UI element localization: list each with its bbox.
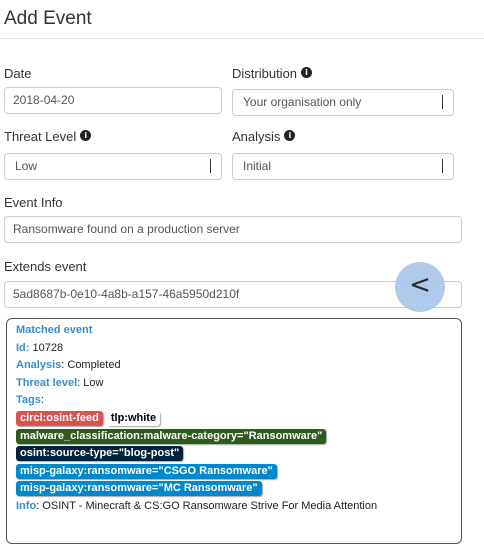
add-event-page: Add Event Date 2018-04-20 Distribution i … — [0, 0, 484, 550]
id-value: 10728 — [32, 341, 64, 354]
tag-badge[interactable]: misp-galaxy:ransomware="CSGO Ransomware" — [16, 463, 277, 479]
tag-badge[interactable]: tlp:white — [106, 410, 161, 426]
extends-event-input[interactable]: 5ad8687b-0e10-4a8b-a157-46a5950d210f — [4, 281, 462, 308]
back-button[interactable]: < — [395, 262, 445, 312]
matched-event-panel: Matched event Id: 10728 Analysis: Comple… — [6, 318, 462, 544]
matched-event-heading: Matched event — [16, 322, 452, 340]
tag-row: misp-galaxy:ransomware="CSGO Ransomware" — [16, 463, 452, 481]
id-label: Id — [16, 341, 26, 354]
tag-badge[interactable]: circl:osint-feed — [16, 410, 103, 426]
tag-badge[interactable]: misp-galaxy:ransomware="MC Ransomware" — [16, 481, 262, 497]
extends-event-label: Extends event — [4, 259, 87, 274]
matched-event-tags-label: Tags: — [16, 394, 44, 407]
event-info-input[interactable]: Ransomware found on a production server — [4, 216, 462, 243]
info-value: OSINT - Minecraft & CS:GO Ransomware Str… — [42, 499, 378, 512]
page-title: Add Event — [4, 8, 92, 29]
matched-event-heading-text[interactable]: Matched event — [16, 324, 92, 336]
matched-event-info: Info: OSINT - Minecraft & CS:GO Ransomwa… — [16, 499, 378, 512]
distribution-select[interactable]: Your organisation only — [232, 89, 454, 116]
analysis-label-text: Analysis — [232, 129, 281, 144]
threat-level-value: Low — [83, 376, 104, 389]
threat-level-select[interactable]: Low — [4, 153, 222, 180]
info-icon[interactable]: i — [284, 130, 296, 141]
tags-key: Tags — [16, 394, 41, 407]
distribution-label-text: Distribution — [232, 66, 298, 81]
event-info-label: Event Info — [4, 195, 63, 210]
tag-row: misp-galaxy:ransomware="MC Ransomware" — [16, 480, 452, 498]
matched-event-threat-level: Threat level: Low — [16, 376, 104, 389]
threat-level-label-text: Threat Level — [4, 129, 77, 144]
info-icon[interactable]: i — [301, 67, 313, 78]
tag-badge[interactable]: malware_classification:malware-category=… — [16, 428, 327, 444]
analysis-label: Analysis i — [232, 129, 296, 144]
tag-row: osint:source-type="blog-post" — [16, 445, 452, 463]
tag-badge[interactable]: osint:source-type="blog-post" — [16, 446, 184, 462]
analysis-value: Completed — [67, 359, 121, 372]
threat-level-label: Threat Level i — [4, 129, 92, 144]
threat-level-key: Threat level — [16, 376, 78, 389]
matched-event-id: Id: 10728 — [16, 341, 64, 354]
tag-row: circl:osint-feed tlp:white — [16, 410, 452, 428]
analysis-key: Analysis — [16, 359, 62, 372]
info-icon[interactable]: i — [80, 130, 92, 141]
tag-row: malware_classification:malware-category=… — [16, 428, 452, 446]
info-key: Info — [16, 499, 37, 512]
distribution-label: Distribution i — [232, 66, 313, 81]
matched-event-analysis: Analysis: Completed — [16, 359, 121, 372]
analysis-select[interactable]: Initial — [232, 153, 454, 180]
date-label: Date — [4, 66, 32, 81]
title-divider — [0, 38, 484, 39]
date-input[interactable]: 2018-04-20 — [4, 87, 222, 114]
